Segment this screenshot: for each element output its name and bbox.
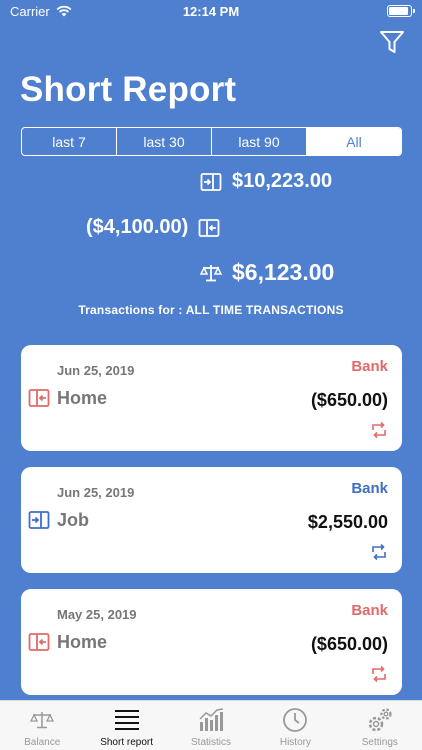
bar-chart-icon bbox=[199, 708, 224, 731]
summary-expense: ($4,100.00) bbox=[86, 216, 220, 239]
expense-icon bbox=[28, 633, 50, 651]
tab-label: History bbox=[279, 737, 311, 748]
transaction-amount: ($650.00) bbox=[310, 390, 388, 410]
filter-icon bbox=[380, 31, 404, 53]
transaction-card[interactable]: May 25, 2019 Bank Home ($650.00) bbox=[21, 589, 402, 695]
expense-icon bbox=[198, 218, 220, 237]
tab-settings[interactable]: Settings bbox=[338, 701, 422, 750]
segment-last-90[interactable]: last 90 bbox=[212, 128, 307, 155]
tab-label: Balance bbox=[24, 737, 61, 748]
segment-all[interactable]: All bbox=[307, 128, 401, 155]
transaction-category: Home bbox=[57, 388, 108, 408]
list-icon bbox=[114, 710, 139, 730]
repeat-icon[interactable] bbox=[370, 543, 388, 561]
scale-icon bbox=[30, 712, 55, 729]
transaction-date: Jun 25, 2019 bbox=[57, 485, 135, 500]
transaction-source: Bank bbox=[351, 480, 388, 497]
status-left: Carrier bbox=[10, 4, 72, 19]
expense-amount: ($4,100.00) bbox=[86, 216, 189, 238]
transaction-category: Job bbox=[57, 510, 90, 530]
gears-icon bbox=[368, 708, 392, 732]
page-title: Short Report bbox=[20, 70, 237, 109]
transaction-source: Bank bbox=[351, 358, 388, 375]
transaction-card[interactable]: Jun 25, 2019 Bank Home ($650.00) bbox=[21, 345, 402, 451]
income-icon bbox=[200, 172, 222, 191]
transaction-amount: ($650.00) bbox=[310, 634, 388, 654]
transaction-date: May 25, 2019 bbox=[57, 607, 137, 622]
wifi-icon bbox=[56, 5, 72, 17]
income-amount: $10,223.00 bbox=[232, 170, 333, 192]
carrier-label: Carrier bbox=[10, 3, 50, 19]
scale-icon bbox=[200, 264, 222, 281]
segment-last-30[interactable]: last 30 bbox=[117, 128, 212, 155]
transactions-caption: Transactions for : ALL TIME TRANSACTIONS bbox=[78, 303, 344, 317]
tab-label: Statistics bbox=[191, 737, 232, 748]
repeat-icon[interactable] bbox=[370, 421, 388, 439]
clock-icon bbox=[283, 708, 308, 732]
tab-label: Settings bbox=[361, 737, 398, 748]
transaction-amount: $2,550.00 bbox=[307, 512, 388, 532]
expense-icon bbox=[28, 389, 50, 407]
battery-icon bbox=[387, 5, 415, 17]
transaction-date: Jun 25, 2019 bbox=[57, 363, 135, 378]
tab-short-report[interactable]: Short report bbox=[84, 701, 168, 750]
segment-last-7[interactable]: last 7 bbox=[22, 128, 117, 155]
filter-button[interactable] bbox=[378, 28, 406, 56]
tab-history[interactable]: History bbox=[253, 701, 337, 750]
tab-statistics[interactable]: Statistics bbox=[169, 701, 253, 750]
tab-bar: Balance Short report Statistics History bbox=[0, 700, 422, 750]
status-bar: Carrier 12:14 PM bbox=[0, 0, 422, 22]
transaction-card[interactable]: Jun 25, 2019 Bank Job $2,550.00 bbox=[21, 467, 402, 573]
summary-balance: $6,123.00 bbox=[200, 259, 334, 286]
repeat-icon[interactable] bbox=[370, 665, 388, 683]
transaction-source: Bank bbox=[351, 602, 388, 619]
period-segmented-control: last 7 last 30 last 90 All bbox=[21, 127, 402, 156]
summary-income: $10,223.00 bbox=[200, 170, 332, 193]
transaction-category: Home bbox=[57, 632, 108, 652]
tab-balance[interactable]: Balance bbox=[0, 701, 84, 750]
tab-label: Short report bbox=[100, 737, 154, 748]
balance-amount: $6,123.00 bbox=[232, 259, 335, 285]
income-icon bbox=[28, 511, 50, 529]
